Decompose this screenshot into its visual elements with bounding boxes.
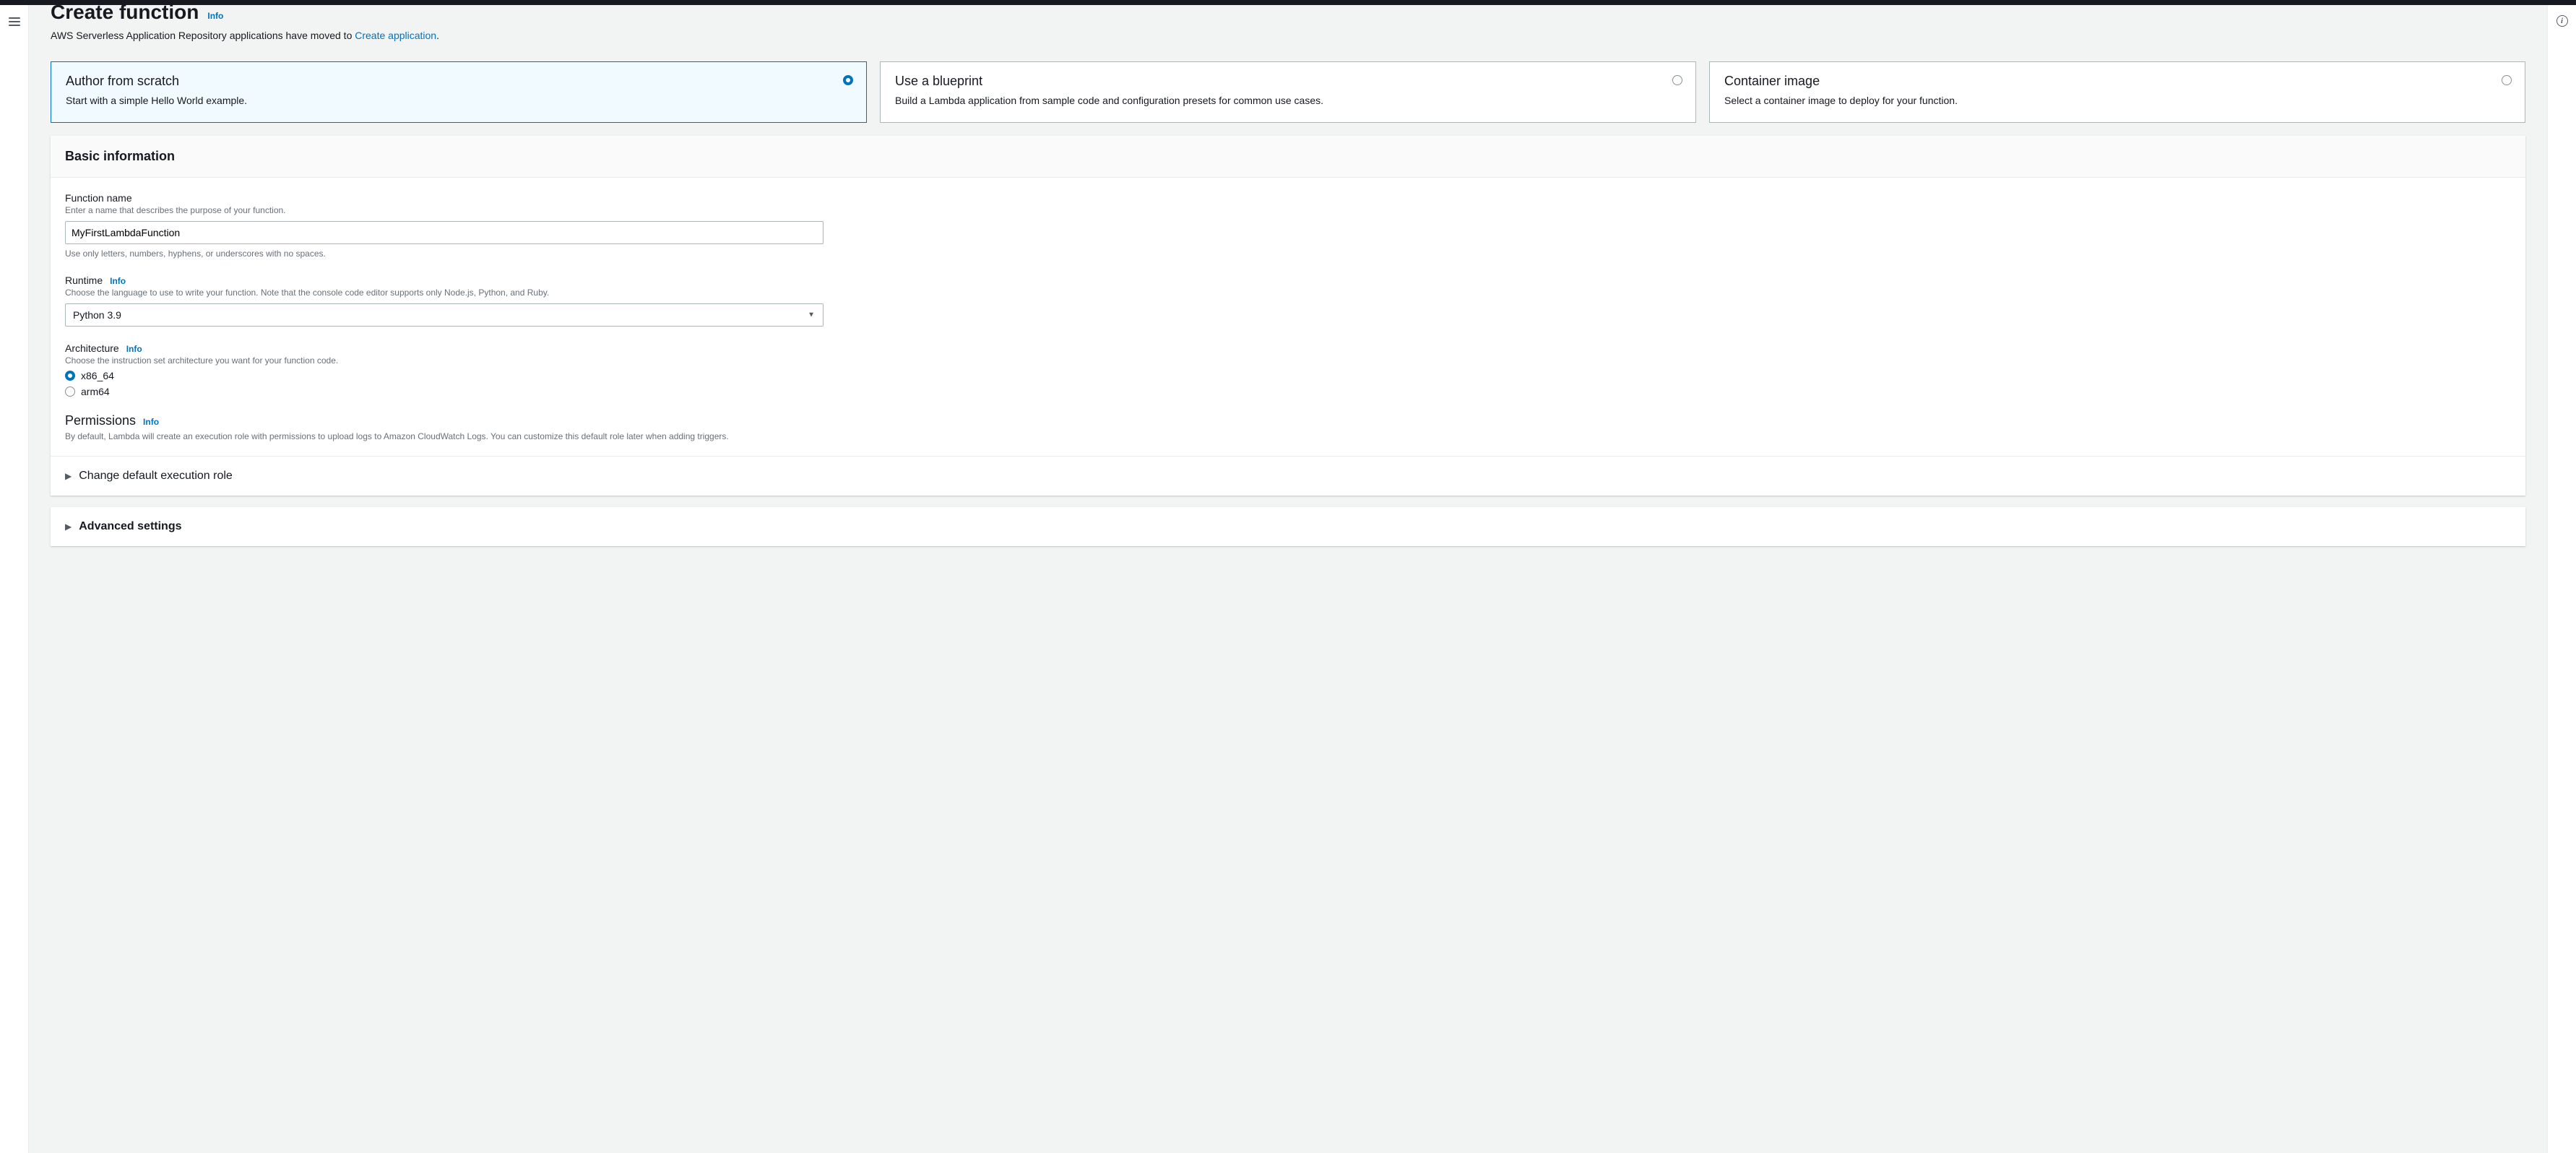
tile-title: Container image — [1724, 74, 2510, 89]
advanced-settings-panel: ▶ Advanced settings — [51, 507, 2525, 546]
change-execution-role-section: ▶ Change default execution role — [51, 456, 2525, 496]
right-side-rail: i — [2547, 5, 2576, 1153]
page-title: Create function — [51, 5, 199, 24]
creation-method-tiles: Author from scratch Start with a simple … — [51, 61, 2525, 123]
permissions-group: Permissions Info By default, Lambda will… — [65, 413, 2511, 441]
tile-title: Use a blueprint — [895, 74, 1681, 89]
permissions-desc: By default, Lambda will create an execut… — [65, 431, 2511, 441]
runtime-label: Runtime — [65, 275, 103, 286]
runtime-select[interactable]: Python 3.9 ▼ — [65, 303, 824, 327]
runtime-group: Runtime Info Choose the language to use … — [65, 275, 2511, 327]
tile-author-from-scratch[interactable]: Author from scratch Start with a simple … — [51, 61, 867, 123]
repo-moved-note: AWS Serverless Application Repository ap… — [51, 30, 2525, 41]
permissions-info-link[interactable]: Info — [143, 417, 159, 427]
architecture-option-arm64[interactable]: arm64 — [65, 386, 2511, 397]
change-execution-role-toggle[interactable]: ▶ Change default execution role — [65, 470, 2511, 483]
tile-desc: Select a container image to deploy for y… — [1724, 93, 2510, 108]
hamburger-icon[interactable] — [9, 15, 20, 28]
runtime-select-value: Python 3.9 — [65, 303, 824, 327]
radio-icon — [65, 387, 75, 397]
permissions-label: Permissions — [65, 413, 136, 428]
radio-label: x86_64 — [81, 370, 114, 381]
function-name-input[interactable] — [65, 221, 824, 244]
caret-right-icon: ▶ — [65, 471, 72, 481]
panel-header: Basic information — [51, 136, 2525, 178]
radio-label: arm64 — [81, 386, 110, 397]
basic-information-panel: Basic information Function name Enter a … — [51, 136, 2525, 496]
create-application-link[interactable]: Create application — [355, 30, 436, 41]
architecture-info-link[interactable]: Info — [126, 344, 142, 354]
tile-use-blueprint[interactable]: Use a blueprint Build a Lambda applicati… — [880, 61, 1696, 123]
advanced-settings-toggle[interactable]: ▶ Advanced settings — [65, 520, 2511, 533]
radio-icon — [843, 75, 853, 85]
radio-icon — [65, 371, 75, 381]
architecture-label: Architecture — [65, 342, 119, 354]
runtime-info-link[interactable]: Info — [110, 276, 126, 286]
advanced-settings-label: Advanced settings — [79, 520, 181, 533]
change-execution-role-label: Change default execution role — [79, 470, 233, 483]
basic-info-heading: Basic information — [65, 149, 2511, 164]
help-info-icon[interactable]: i — [2556, 15, 2568, 27]
tile-container-image[interactable]: Container image Select a container image… — [1709, 61, 2525, 123]
repo-note-prefix: AWS Serverless Application Repository ap… — [51, 30, 355, 41]
radio-icon — [1672, 75, 1682, 85]
main-content: Create function Info AWS Serverless Appl… — [29, 5, 2547, 1153]
architecture-group: Architecture Info Choose the instruction… — [65, 342, 2511, 397]
tile-title: Author from scratch — [66, 74, 852, 89]
architecture-hint: Choose the instruction set architecture … — [65, 355, 2511, 366]
left-side-rail — [0, 5, 29, 1153]
tile-desc: Start with a simple Hello World example. — [66, 93, 852, 108]
top-bar — [0, 0, 2576, 5]
runtime-hint: Choose the language to use to write your… — [65, 288, 2511, 298]
function-name-group: Function name Enter a name that describe… — [65, 192, 2511, 259]
function-name-constraint: Use only letters, numbers, hyphens, or u… — [65, 249, 2511, 259]
function-name-label: Function name — [65, 192, 2511, 204]
repo-note-suffix: . — [436, 30, 439, 41]
architecture-option-x86[interactable]: x86_64 — [65, 370, 2511, 381]
function-name-hint: Enter a name that describes the purpose … — [65, 205, 2511, 215]
page-title-info-link[interactable]: Info — [207, 11, 223, 21]
caret-right-icon: ▶ — [65, 522, 72, 532]
radio-icon — [2502, 75, 2512, 85]
page-header: Create function Info — [51, 5, 2525, 24]
tile-desc: Build a Lambda application from sample c… — [895, 93, 1681, 108]
chevron-down-icon: ▼ — [808, 311, 815, 319]
